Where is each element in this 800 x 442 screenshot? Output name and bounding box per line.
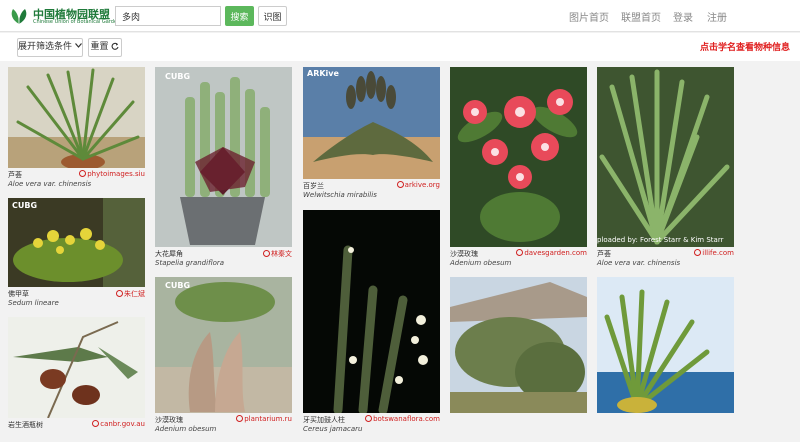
source-link[interactable]: davesgarden.com bbox=[516, 249, 587, 257]
source-text: illife.com bbox=[702, 249, 734, 257]
expand-filter-label: 展开筛选条件 bbox=[18, 42, 73, 52]
common-name: 佛甲草 bbox=[8, 290, 29, 298]
source-link[interactable]: 朱仁斌 bbox=[116, 289, 145, 299]
source-text: canbr.gov.au bbox=[100, 420, 145, 428]
source-text: botswanaflora.com bbox=[373, 415, 440, 423]
source-link[interactable]: illife.com bbox=[694, 249, 734, 257]
image-caption: 芦荟 Aloe vera var. chinensis illife.com bbox=[597, 249, 734, 271]
source-text: arkive.org bbox=[404, 181, 440, 189]
common-name: 沙漠玫瑰 bbox=[155, 416, 183, 424]
scientific-name[interactable]: Cereus jamacaru bbox=[303, 425, 362, 433]
plant-photo[interactable] bbox=[8, 317, 145, 418]
watermark-text: CUBG bbox=[12, 201, 38, 210]
plant-photo[interactable] bbox=[303, 67, 440, 179]
common-name: 芦荟 bbox=[597, 250, 611, 258]
image-recognition-button[interactable]: 识图 bbox=[258, 6, 287, 26]
plant-photo[interactable] bbox=[450, 67, 587, 247]
image-caption: 大花犀角 Stapelia grandiflora 林秦文 bbox=[155, 249, 292, 271]
image-caption: 牙买加鼓人柱 Cereus jamacaru botswanaflora.com bbox=[303, 415, 440, 437]
refresh-icon bbox=[112, 42, 119, 50]
source-link[interactable]: phytoimages.siu bbox=[79, 170, 145, 178]
source-text: davesgarden.com bbox=[524, 249, 587, 257]
link-icon bbox=[396, 181, 404, 188]
watermark-text: CUBG bbox=[165, 72, 191, 81]
common-name: 岩生酒瓶树 bbox=[8, 421, 43, 429]
scientific-name[interactable]: Aloe vera var. chinensis bbox=[8, 180, 91, 188]
image-caption: 芦荟 Aloe vera var. chinensis phytoimages.… bbox=[8, 170, 145, 192]
scientific-name[interactable]: Aloe vera var. chinensis bbox=[597, 259, 680, 267]
source-link[interactable]: 林秦文 bbox=[263, 249, 292, 259]
image-caption: 岩生酒瓶树 canbr.gov.au bbox=[8, 420, 145, 442]
source-text: 林秦文 bbox=[271, 250, 292, 258]
scientific-name[interactable]: Stapelia grandiflora bbox=[155, 259, 224, 267]
reset-button[interactable]: 重置 bbox=[88, 38, 122, 57]
source-text: 朱仁斌 bbox=[124, 290, 145, 298]
link-icon bbox=[79, 170, 87, 177]
source-link[interactable]: arkive.org bbox=[396, 181, 440, 189]
image-caption: 佛甲草 Sedum lineare 朱仁斌 bbox=[8, 289, 145, 311]
nav-image-home[interactable]: 图片首页 bbox=[569, 9, 609, 24]
plant-photo[interactable] bbox=[8, 67, 145, 168]
scientific-name[interactable]: Welwitschia mirabilis bbox=[303, 191, 377, 199]
plant-photo[interactable] bbox=[155, 67, 292, 247]
site-logo[interactable]: 中国植物园联盟 Chinese Union of Botanical Garde… bbox=[8, 5, 123, 27]
nav-union-home[interactable]: 联盟首页 bbox=[621, 9, 661, 24]
reset-label: 重置 bbox=[90, 42, 109, 52]
common-name: 百岁兰 bbox=[303, 182, 324, 190]
link-icon bbox=[92, 420, 100, 427]
common-name: 大花犀角 bbox=[155, 250, 183, 258]
plant-photo[interactable] bbox=[597, 277, 734, 413]
common-name: 牙买加鼓人柱 bbox=[303, 416, 345, 424]
link-icon bbox=[263, 250, 270, 257]
plant-photo[interactable] bbox=[450, 277, 587, 413]
scientific-name[interactable]: Adenium obesum bbox=[155, 425, 216, 433]
scientific-name-hint: 点击学名查看物种信息 bbox=[699, 43, 790, 53]
scientific-name[interactable]: Adenium obesum bbox=[450, 259, 511, 267]
expand-filter-button[interactable]: 展开筛选条件 bbox=[17, 38, 83, 57]
source-link[interactable]: plantarium.ru bbox=[236, 415, 292, 423]
top-bar: 中国植物园联盟 Chinese Union of Botanical Garde… bbox=[0, 0, 800, 32]
plant-photo[interactable] bbox=[8, 198, 145, 287]
image-caption: 沙漠玫瑰 Adenium obesum davesgarden.com bbox=[450, 249, 587, 271]
link-icon bbox=[365, 415, 373, 422]
source-text: plantarium.ru bbox=[244, 415, 292, 423]
link-icon bbox=[694, 249, 702, 256]
source-text: phytoimages.siu bbox=[87, 170, 145, 178]
link-icon bbox=[516, 249, 524, 256]
search-input[interactable] bbox=[115, 6, 221, 26]
watermark-text: ploaded by: Forest Starr & Kim Starr bbox=[597, 236, 724, 244]
image-caption: 沙漠玫瑰 Adenium obesum plantarium.ru bbox=[155, 415, 292, 437]
search-button[interactable]: 搜索 bbox=[225, 6, 254, 26]
nav-register[interactable]: 注册 bbox=[707, 9, 727, 24]
plant-photo[interactable] bbox=[155, 277, 292, 413]
watermark-text: ARKive bbox=[307, 69, 339, 78]
link-icon bbox=[116, 290, 123, 297]
logo-leaf-icon bbox=[11, 9, 27, 24]
image-caption: 百岁兰 Welwitschia mirabilis arkive.org bbox=[303, 181, 440, 203]
common-name: 芦荟 bbox=[8, 171, 22, 179]
nav-login[interactable]: 登录 bbox=[673, 9, 693, 24]
watermark-text: CUBG bbox=[165, 281, 191, 290]
common-name: 沙漠玫瑰 bbox=[450, 250, 478, 258]
plant-photo[interactable] bbox=[597, 67, 734, 247]
link-icon bbox=[236, 415, 244, 422]
scientific-name[interactable]: Sedum lineare bbox=[8, 299, 59, 307]
plant-photo[interactable] bbox=[303, 210, 440, 413]
chevron-down-icon bbox=[74, 43, 82, 48]
source-link[interactable]: canbr.gov.au bbox=[92, 420, 145, 428]
source-link[interactable]: botswanaflora.com bbox=[365, 415, 440, 423]
filter-toolbar: 展开筛选条件 重置 点击学名查看物种信息 bbox=[0, 33, 800, 61]
logo-subtitle: Chinese Union of Botanical Gardens bbox=[33, 19, 123, 25]
